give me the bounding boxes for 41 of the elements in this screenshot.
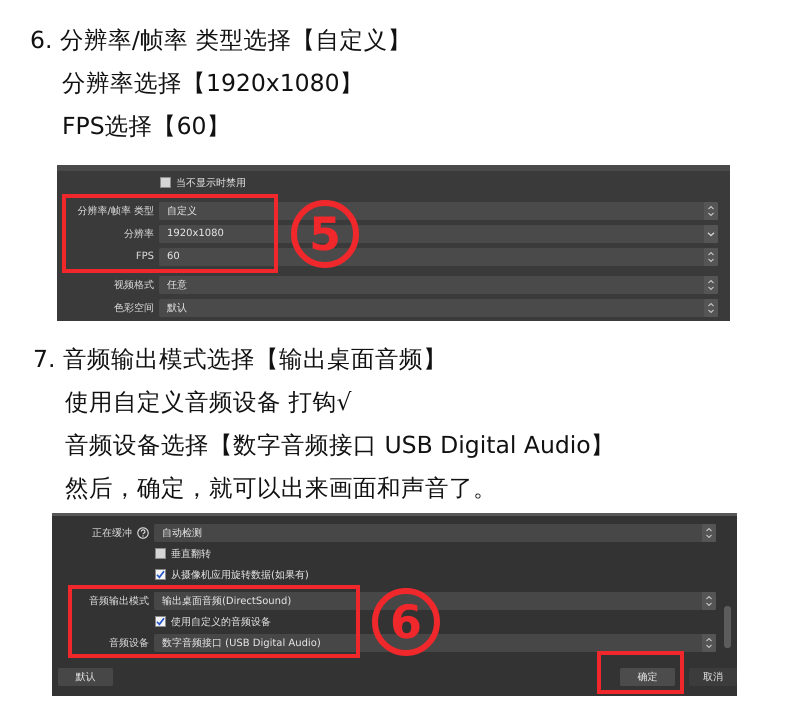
checkbox[interactable] <box>155 569 166 580</box>
field-label: 分辨率/帧率 类型 <box>77 204 154 218</box>
up-down-chevron-icon <box>702 592 716 610</box>
checkbox-label: 从摄像机应用旋转数据(如果有) <box>171 568 309 582</box>
instruction-text: 分辨率选择【1920x1080】 <box>62 68 364 99</box>
chevron-down-icon <box>704 224 718 242</box>
instruction-text: 使用自定义音频设备 打钩√ <box>65 387 352 418</box>
checkmark-icon <box>156 570 165 579</box>
checkbox-label: 垂直翻转 <box>171 548 211 560</box>
up-down-chevron-icon <box>702 524 716 542</box>
field-label: 视频格式 <box>114 278 154 292</box>
dropdown[interactable]: 默认 <box>159 298 718 316</box>
step-heading: 6. 分辨率/帧率 类型选择【自定义】 <box>30 25 412 56</box>
up-down-chevron-icon <box>704 276 718 294</box>
dropdown[interactable]: 自动检测 <box>154 524 716 542</box>
field-label: 音频设备 <box>109 636 149 650</box>
field-label: FPS <box>136 251 154 262</box>
instruction-text: 然后，确定，就可以出来画面和声音了。 <box>65 473 497 504</box>
field-label: 色彩空间 <box>114 302 154 314</box>
up-down-chevron-icon <box>702 634 716 652</box>
up-down-chevron-icon <box>704 202 718 220</box>
field-label: 正在缓冲 <box>92 526 132 540</box>
instruction-text: FPS选择【60】 <box>62 111 231 142</box>
default-button[interactable]: 默认 <box>58 668 113 686</box>
field-label: 分辨率 <box>124 228 154 240</box>
checkmark-icon <box>156 617 165 626</box>
dialog-button[interactable]: 取消 <box>689 668 737 686</box>
instruction-text: 音频设备选择【数字音频接口 USB Digital Audio】 <box>65 430 615 461</box>
checkbox[interactable] <box>155 616 166 627</box>
scrollbar-thumb[interactable] <box>724 606 731 648</box>
checkbox-label: 使用自定义的音频设备 <box>171 616 271 628</box>
help-icon[interactable] <box>137 526 149 538</box>
field-label: 音频输出模式 <box>89 594 149 608</box>
checkbox[interactable] <box>160 177 171 188</box>
dropdown[interactable]: 任意 <box>159 276 718 294</box>
checkbox[interactable] <box>155 548 166 559</box>
step-heading: 7. 音频输出模式选择【输出桌面音频】 <box>33 344 447 375</box>
dialog-button[interactable]: 确定 <box>620 668 675 686</box>
up-down-chevron-icon <box>704 248 718 266</box>
up-down-chevron-icon <box>704 298 718 316</box>
checkbox-label: 当不显示时禁用 <box>176 176 246 190</box>
